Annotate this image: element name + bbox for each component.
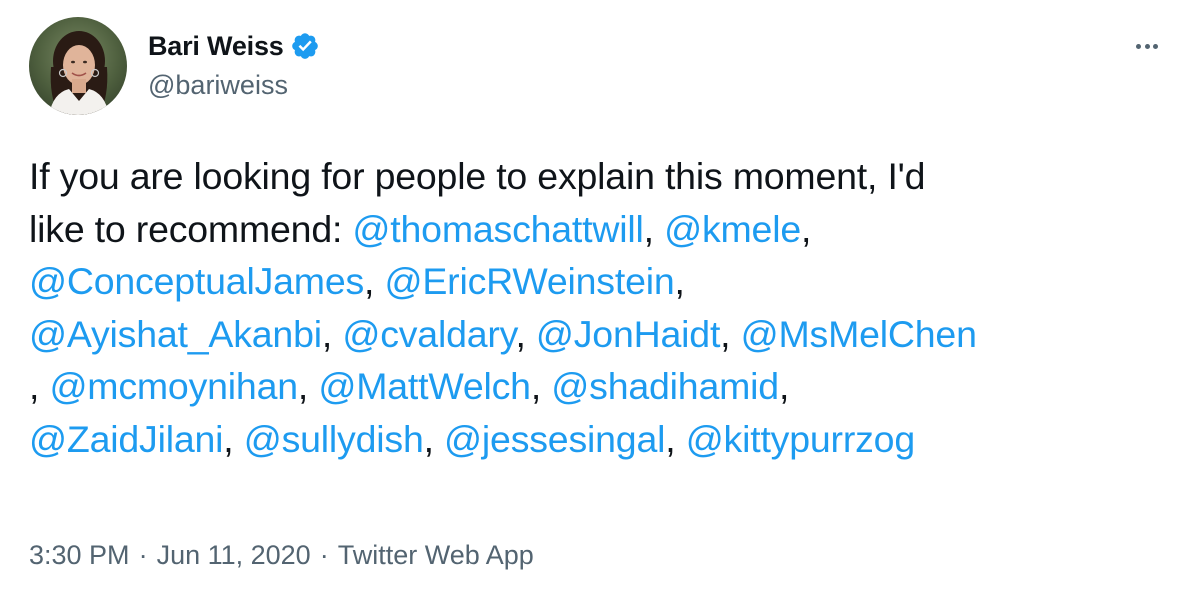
tweet-text-segment: , — [778, 365, 790, 408]
mention-link[interactable]: @ConceptualJames — [29, 260, 364, 302]
mention-link[interactable]: @kmele — [664, 208, 801, 250]
avatar[interactable] — [29, 17, 127, 115]
mention-link[interactable]: @MsMelChen — [741, 313, 977, 355]
mention-link[interactable]: @mcmoynihan — [49, 365, 298, 407]
tweet-text-segment: , — [29, 365, 50, 408]
mention-link[interactable]: @JonHaidt — [536, 313, 720, 355]
mention-link[interactable]: @Ayishat_Akanbi — [29, 313, 322, 355]
tweet-text-segment: If you are looking for people to explain… — [29, 155, 926, 197]
more-options-icon[interactable] — [1136, 36, 1158, 56]
tweet-text-segment: , — [321, 312, 343, 355]
tweet-text-segment: , — [297, 365, 319, 408]
mention-link[interactable]: @thomaschattwill — [352, 208, 643, 250]
tweet-text-segment: , — [665, 417, 686, 460]
more-dot — [1136, 43, 1141, 49]
author-handle[interactable]: @bariweiss — [148, 70, 288, 101]
meta-separator: · — [319, 540, 329, 570]
avatar-image — [29, 17, 127, 115]
mention-link[interactable]: @jessesingal — [444, 418, 665, 460]
mention-link[interactable]: @ZaidJilani — [29, 418, 223, 460]
tweet-text-segment: , — [223, 417, 244, 460]
display-name[interactable]: Bari Weiss — [148, 31, 284, 62]
tweet-text-segment: , — [674, 260, 685, 303]
tweet-meta: 3:30 PM · Jun 11, 2020 · Twitter Web App — [29, 540, 534, 571]
tweet-text-segment: , — [720, 312, 741, 355]
tweet-text-segment: like to recommend: — [29, 207, 353, 250]
author-name-row: Bari Weiss — [148, 29, 320, 63]
meta-separator: · — [138, 540, 148, 570]
more-dot — [1153, 43, 1158, 49]
mention-link[interactable]: @MattWelch — [318, 365, 531, 407]
tweet-text-segment: , — [530, 365, 552, 408]
tweet-text: If you are looking for people to explain… — [29, 150, 1169, 466]
more-dot — [1144, 43, 1150, 49]
tweet-source[interactable]: Twitter Web App — [338, 540, 534, 571]
mention-link[interactable]: @shadihamid — [551, 365, 779, 407]
mention-link[interactable]: @sullydish — [244, 418, 424, 460]
mention-link[interactable]: @cvaldary — [342, 313, 515, 355]
tweet-text-segment: , — [515, 312, 536, 355]
mention-link[interactable]: @EricRWeinstein — [384, 260, 674, 302]
verified-badge-icon — [290, 31, 320, 61]
tweet-text-segment: , — [423, 417, 445, 460]
tweet-text-segment: , — [364, 260, 385, 303]
tweet-text-segment: , — [643, 207, 665, 250]
tweet-time[interactable]: 3:30 PM — [29, 540, 130, 571]
mention-link[interactable]: @kittypurrzog — [686, 418, 915, 460]
tweet-card: Bari Weiss @bariweiss If you are looking… — [0, 0, 1180, 596]
tweet-text-segment: , — [800, 207, 812, 250]
tweet-date[interactable]: Jun 11, 2020 — [157, 540, 311, 571]
